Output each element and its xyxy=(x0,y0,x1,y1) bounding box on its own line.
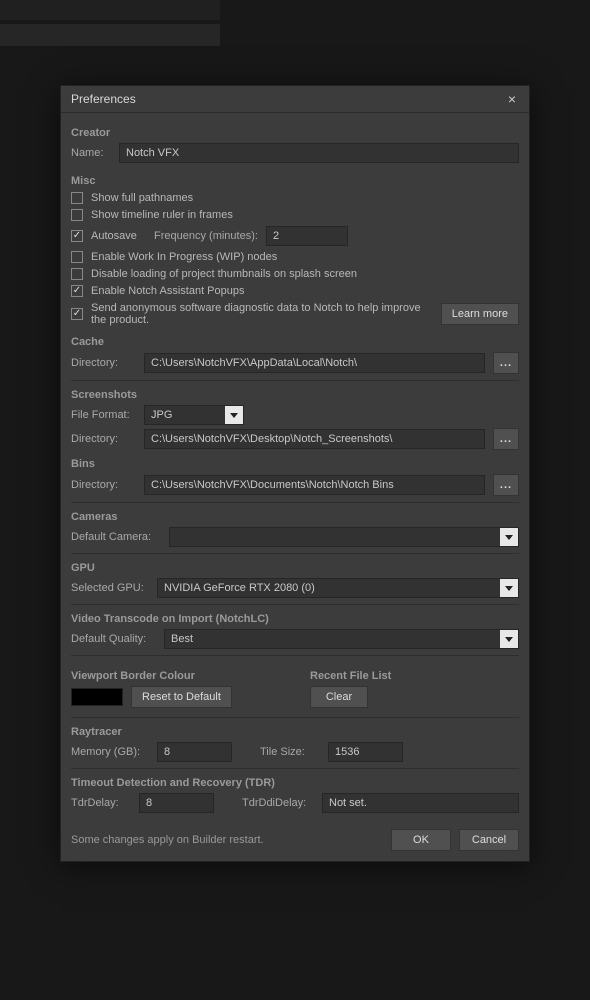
tdrdelay-input[interactable] xyxy=(139,793,214,813)
titlebar: Preferences × xyxy=(61,86,529,113)
enable-wip-checkbox[interactable] xyxy=(71,251,83,263)
cancel-button[interactable]: Cancel xyxy=(459,829,519,851)
screenshots-heading: Screenshots xyxy=(71,389,519,401)
show-timeline-ruler-checkbox[interactable] xyxy=(71,209,83,221)
file-format-dropdown[interactable]: JPG xyxy=(144,405,244,425)
ok-button[interactable]: OK xyxy=(391,829,451,851)
selected-gpu-value: NVIDIA GeForce RTX 2080 (0) xyxy=(164,582,315,594)
enable-assistant-label: Enable Notch Assistant Popups xyxy=(91,285,244,297)
send-diagnostic-label: Send anonymous software diagnostic data … xyxy=(91,302,433,326)
bins-browse-button[interactable]: ... xyxy=(493,474,519,496)
enable-wip-label: Enable Work In Progress (WIP) nodes xyxy=(91,251,277,263)
name-input[interactable] xyxy=(119,143,519,163)
show-full-pathnames-label: Show full pathnames xyxy=(91,192,193,204)
cache-directory-input[interactable] xyxy=(144,353,485,373)
frequency-label: Frequency (minutes): xyxy=(154,230,258,242)
clear-recent-button[interactable]: Clear xyxy=(310,686,368,708)
bins-directory-label: Directory: xyxy=(71,479,136,491)
tdr-heading: Timeout Detection and Recovery (TDR) xyxy=(71,777,519,789)
cache-heading: Cache xyxy=(71,336,519,348)
screenshots-directory-input[interactable] xyxy=(144,429,485,449)
bins-directory-input[interactable] xyxy=(144,475,485,495)
raytracer-heading: Raytracer xyxy=(71,726,519,738)
default-quality-label: Default Quality: xyxy=(71,633,156,645)
cache-directory-label: Directory: xyxy=(71,357,136,369)
learn-more-button[interactable]: Learn more xyxy=(441,303,519,325)
cameras-heading: Cameras xyxy=(71,511,519,523)
footer-note: Some changes apply on Builder restart. xyxy=(71,834,383,846)
default-quality-value: Best xyxy=(171,633,193,645)
selected-gpu-label: Selected GPU: xyxy=(71,582,149,594)
enable-assistant-checkbox[interactable] xyxy=(71,285,83,297)
chevron-down-icon xyxy=(225,406,243,424)
send-diagnostic-checkbox[interactable] xyxy=(71,308,83,320)
screenshots-browse-button[interactable]: ... xyxy=(493,428,519,450)
recent-heading: Recent File List xyxy=(310,670,519,682)
transcode-heading: Video Transcode on Import (NotchLC) xyxy=(71,613,519,625)
memory-input[interactable] xyxy=(157,742,232,762)
screenshots-directory-label: Directory: xyxy=(71,433,136,445)
creator-heading: Creator xyxy=(71,127,519,139)
tdrddidelay-label: TdrDdiDelay: xyxy=(242,797,314,809)
frequency-input[interactable] xyxy=(266,226,348,246)
default-quality-dropdown[interactable]: Best xyxy=(164,629,519,649)
chevron-down-icon xyxy=(500,528,518,546)
name-label: Name: xyxy=(71,147,111,159)
selected-gpu-dropdown[interactable]: NVIDIA GeForce RTX 2080 (0) xyxy=(157,578,519,598)
default-camera-label: Default Camera: xyxy=(71,531,161,543)
file-format-value: JPG xyxy=(151,409,172,421)
preferences-dialog: Preferences × Creator Name: Misc Show fu… xyxy=(60,85,530,862)
tdrdelay-label: TdrDelay: xyxy=(71,797,131,809)
viewport-heading: Viewport Border Colour xyxy=(71,670,280,682)
tile-size-label: Tile Size: xyxy=(260,746,320,758)
gpu-heading: GPU xyxy=(71,562,519,574)
viewport-color-swatch[interactable] xyxy=(71,688,123,706)
dialog-title: Preferences xyxy=(71,92,136,106)
close-icon[interactable]: × xyxy=(505,92,519,106)
memory-label: Memory (GB): xyxy=(71,746,149,758)
tile-size-input[interactable] xyxy=(328,742,403,762)
autosave-checkbox[interactable] xyxy=(71,230,83,242)
misc-heading: Misc xyxy=(71,175,519,187)
cache-browse-button[interactable]: ... xyxy=(493,352,519,374)
tdrddidelay-input[interactable] xyxy=(322,793,519,813)
default-camera-dropdown[interactable] xyxy=(169,527,519,547)
chevron-down-icon xyxy=(500,630,518,648)
reset-to-default-button[interactable]: Reset to Default xyxy=(131,686,232,708)
disable-thumbnails-label: Disable loading of project thumbnails on… xyxy=(91,268,357,280)
chevron-down-icon xyxy=(500,579,518,597)
bins-heading: Bins xyxy=(71,458,519,470)
disable-thumbnails-checkbox[interactable] xyxy=(71,268,83,280)
show-full-pathnames-checkbox[interactable] xyxy=(71,192,83,204)
file-format-label: File Format: xyxy=(71,409,136,421)
show-timeline-ruler-label: Show timeline ruler in frames xyxy=(91,209,233,221)
autosave-label: Autosave xyxy=(91,230,146,242)
